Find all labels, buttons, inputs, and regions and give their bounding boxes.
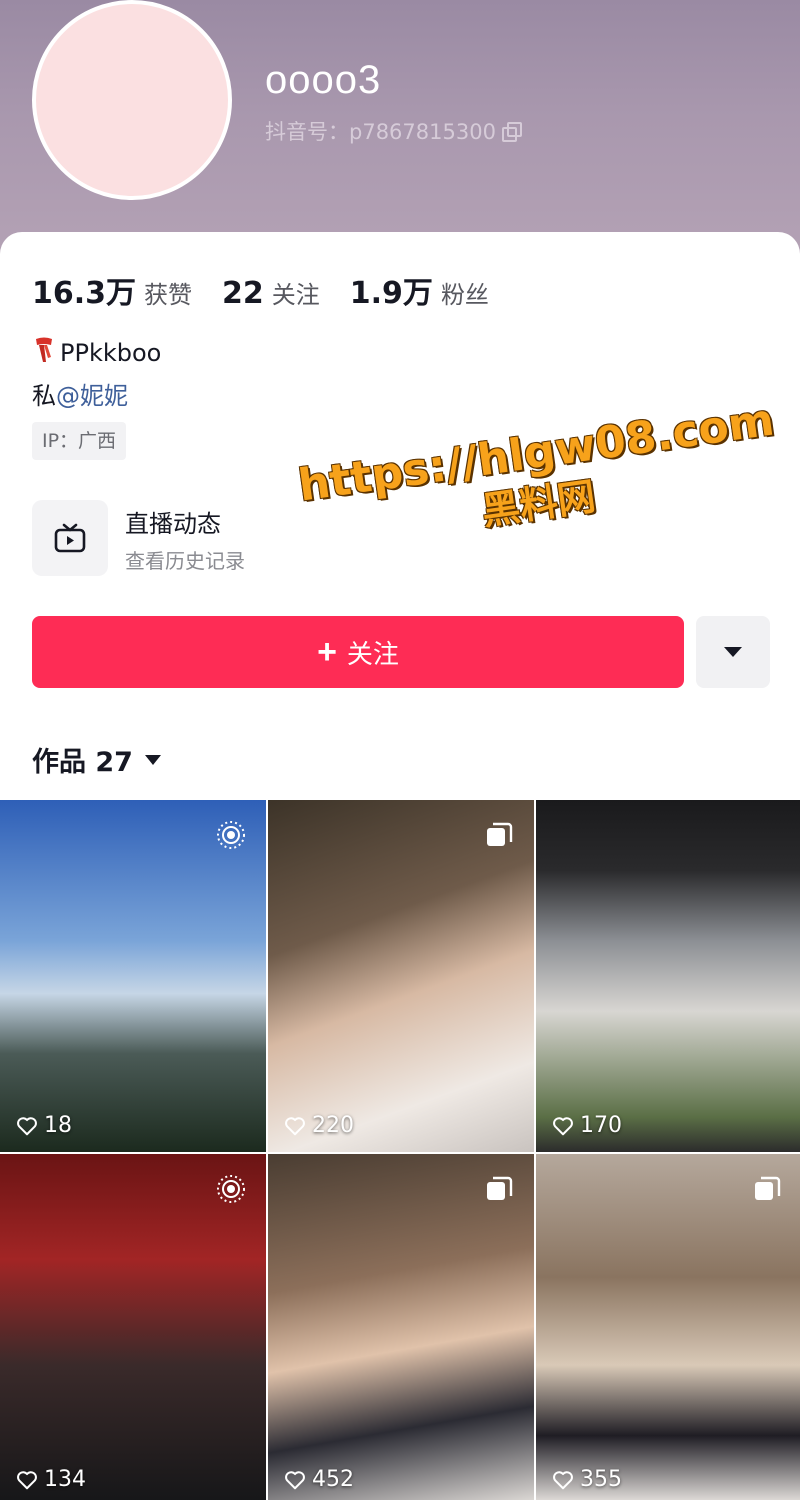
- work-tile[interactable]: 170: [536, 800, 800, 1152]
- like-count-value: 18: [44, 1113, 72, 1138]
- like-count-value: 355: [580, 1467, 622, 1492]
- like-count: 170: [552, 1113, 622, 1138]
- more-options-button[interactable]: [696, 616, 770, 688]
- work-tile[interactable]: 134: [0, 1154, 266, 1500]
- work-tile[interactable]: 220: [268, 800, 534, 1152]
- stat-following-label: 关注: [271, 281, 320, 309]
- bio-prefix: 私: [32, 382, 56, 410]
- gallery-icon: [755, 1176, 781, 1200]
- stat-likes[interactable]: 16.3万 获赞: [32, 268, 192, 312]
- works-grid: 18 220 170 134 452 355: [0, 800, 800, 1500]
- like-count-value: 452: [312, 1467, 354, 1492]
- watermark: https://hlgw08.com 黑料网: [295, 394, 777, 560]
- work-tile[interactable]: 452: [268, 1154, 534, 1500]
- like-count-value: 220: [312, 1113, 354, 1138]
- works-tab[interactable]: 作品 27: [32, 740, 161, 779]
- like-count: 355: [552, 1467, 622, 1492]
- follow-button[interactable]: + 关注: [32, 616, 684, 688]
- bio-mention-link[interactable]: @妮妮: [56, 382, 128, 410]
- gallery-icon: [487, 1176, 513, 1200]
- douyin-id[interactable]: 抖音号：p7867815300: [265, 116, 522, 146]
- like-count-value: 134: [44, 1467, 86, 1492]
- stats-row: 16.3万 获赞 22 关注 1.9万 粉丝: [32, 268, 489, 312]
- profile-card: 16.3万 获赞 22 关注 1.9万 粉丝 PPkkboo 私@妮妮 IP：广…: [0, 232, 800, 1500]
- stat-followers-value: 1.9万: [349, 276, 433, 311]
- caret-down-icon: [144, 754, 161, 765]
- works-tab-label: 作品 27: [32, 747, 133, 778]
- plus-icon: +: [317, 633, 337, 671]
- work-tile[interactable]: 18: [0, 800, 266, 1152]
- work-tile[interactable]: 355: [536, 1154, 800, 1500]
- stat-following-value: 22: [222, 276, 264, 311]
- like-count-value: 170: [580, 1113, 622, 1138]
- like-count: 220: [284, 1113, 354, 1138]
- follow-label: 关注: [346, 638, 399, 669]
- live-history-title[interactable]: 直播动态: [125, 504, 221, 539]
- scarf-icon: [32, 336, 56, 370]
- heart-icon: [553, 1116, 573, 1135]
- gallery-icon: [487, 822, 513, 846]
- stat-followers[interactable]: 1.9万 粉丝: [350, 268, 489, 312]
- live-history-subtitle[interactable]: 查看历史记录: [125, 545, 245, 574]
- caret-down-icon: [724, 647, 742, 657]
- heart-icon: [285, 1116, 305, 1135]
- heart-icon: [285, 1470, 305, 1489]
- stat-following[interactable]: 22 关注: [222, 275, 320, 311]
- douyin-id-text: 抖音号：p7867815300: [265, 120, 496, 144]
- live-history-icon-box[interactable]: [32, 500, 108, 576]
- like-count: 452: [284, 1467, 354, 1492]
- like-count: 18: [16, 1113, 72, 1138]
- stat-likes-value: 16.3万: [32, 276, 137, 311]
- tv-icon: [54, 523, 86, 553]
- stat-followers-label: 粉丝: [440, 281, 489, 309]
- copy-icon[interactable]: [501, 122, 522, 142]
- bio-line-2: 私@妮妮: [32, 376, 128, 411]
- bio-text: PPkkboo: [60, 339, 162, 367]
- stat-likes-label: 获赞: [144, 281, 193, 309]
- heart-icon: [17, 1116, 37, 1135]
- live-photo-icon: [217, 821, 245, 849]
- profile-nickname: oooo3: [265, 58, 382, 102]
- bio-line-1: PPkkboo: [32, 336, 161, 370]
- live-photo-icon: [217, 1175, 245, 1203]
- heart-icon: [17, 1470, 37, 1489]
- heart-icon: [553, 1470, 573, 1489]
- ip-location-tag: IP：广西: [32, 422, 127, 460]
- avatar[interactable]: [32, 0, 232, 200]
- like-count: 134: [16, 1467, 86, 1492]
